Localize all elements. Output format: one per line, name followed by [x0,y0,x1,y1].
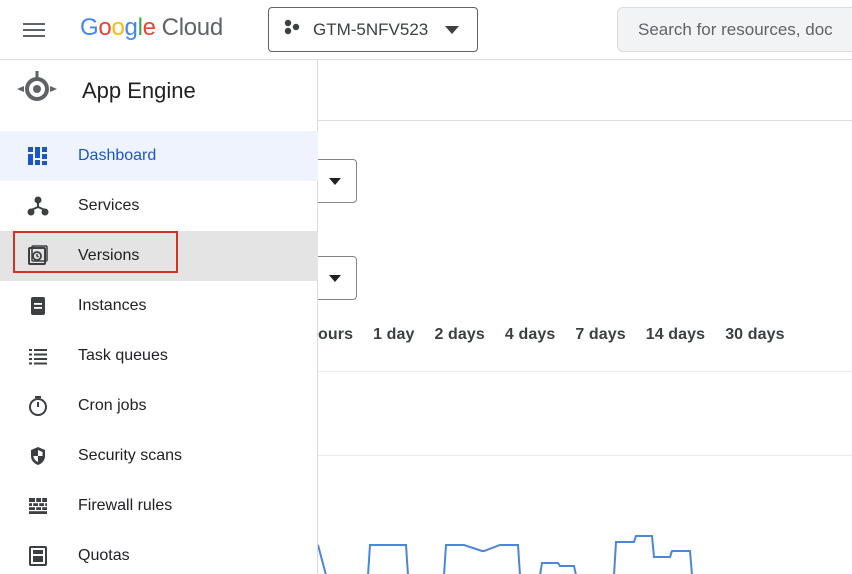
instances-icon [26,294,50,318]
sidebar-item-quotas[interactable]: Quotas [0,531,318,574]
sidebar-item-services[interactable]: Services [0,181,318,231]
task-queues-icon [26,344,50,368]
sidebar-item-firewall-rules[interactable]: Firewall rules [0,481,318,531]
sidebar-item-label: Versions [78,247,140,264]
sidebar: App Engine Dashboard Services Versions I… [0,60,318,574]
time-range-7-days[interactable]: 7 days [565,326,635,344]
chevron-down-icon [329,178,341,185]
chart-series-line [318,535,693,574]
time-range-hours[interactable]: ours [318,326,363,344]
main-content: ours 1 day 2 days 4 days 7 days 14 days … [318,60,852,574]
product-header: App Engine [0,60,317,122]
search-bar[interactable] [617,7,852,52]
cloud-wordmark: Cloud [161,14,224,41]
logo-letter: o [98,14,112,41]
sidebar-item-task-queues[interactable]: Task queues [0,331,318,381]
logo-letter: G [80,14,99,41]
sidebar-item-label: Cron jobs [78,397,147,414]
product-title: App Engine [82,78,196,103]
activity-chart [318,535,693,574]
top-bar: Google Cloud GTM-5NFV523 [0,0,852,60]
time-range-selector: ours 1 day 2 days 4 days 7 days 14 days … [318,326,795,344]
sidebar-item-label: Quotas [78,547,130,564]
sidebar-item-label: Services [78,197,140,214]
google-cloud-logo[interactable]: Google Cloud [80,14,223,42]
logo-letter: g [124,14,138,41]
metric-dropdown[interactable] [318,256,357,300]
resource-dropdown[interactable] [318,159,357,203]
services-icon [26,194,50,218]
sidebar-item-label: Dashboard [78,147,157,164]
dashboard-icon [26,144,50,168]
section-divider [318,371,852,372]
chart-top-divider [318,455,852,456]
app-engine-icon [16,68,58,115]
chevron-down-icon [329,275,341,282]
time-range-4-days[interactable]: 4 days [495,326,565,344]
sidebar-item-label: Task queues [78,347,168,364]
logo-letter: e [142,14,156,41]
timer-icon [26,394,50,418]
sidebar-item-label: Instances [78,297,147,314]
sidebar-item-label: Firewall rules [78,497,173,514]
logo-letter: o [111,14,125,41]
time-range-2-days[interactable]: 2 days [425,326,495,344]
versions-icon [26,244,50,268]
time-range-14-days[interactable]: 14 days [636,326,715,344]
time-range-1-day[interactable]: 1 day [363,326,424,344]
sidebar-item-cron-jobs[interactable]: Cron jobs [0,381,318,431]
project-name: GTM-5NFV523 [313,19,429,39]
shield-icon [26,444,50,468]
sidebar-item-versions[interactable]: Versions [0,231,318,281]
header-divider [318,120,852,121]
sidebar-item-instances[interactable]: Instances [0,281,318,331]
sidebar-nav: Dashboard Services Versions Instances Ta… [0,131,318,574]
sidebar-item-label: Security scans [78,447,183,464]
time-range-30-days[interactable]: 30 days [715,326,794,344]
quotas-icon [26,544,50,568]
project-picker-button[interactable]: GTM-5NFV523 [268,7,478,52]
sidebar-item-dashboard[interactable]: Dashboard [0,131,318,181]
google-wordmark: Google [80,14,156,42]
sidebar-item-security-scans[interactable]: Security scans [0,431,318,481]
chevron-down-icon [445,26,459,34]
search-input[interactable] [638,19,852,40]
project-hexagon-icon [283,18,301,41]
hamburger-menu-icon[interactable] [18,14,50,46]
firewall-icon [26,494,50,518]
